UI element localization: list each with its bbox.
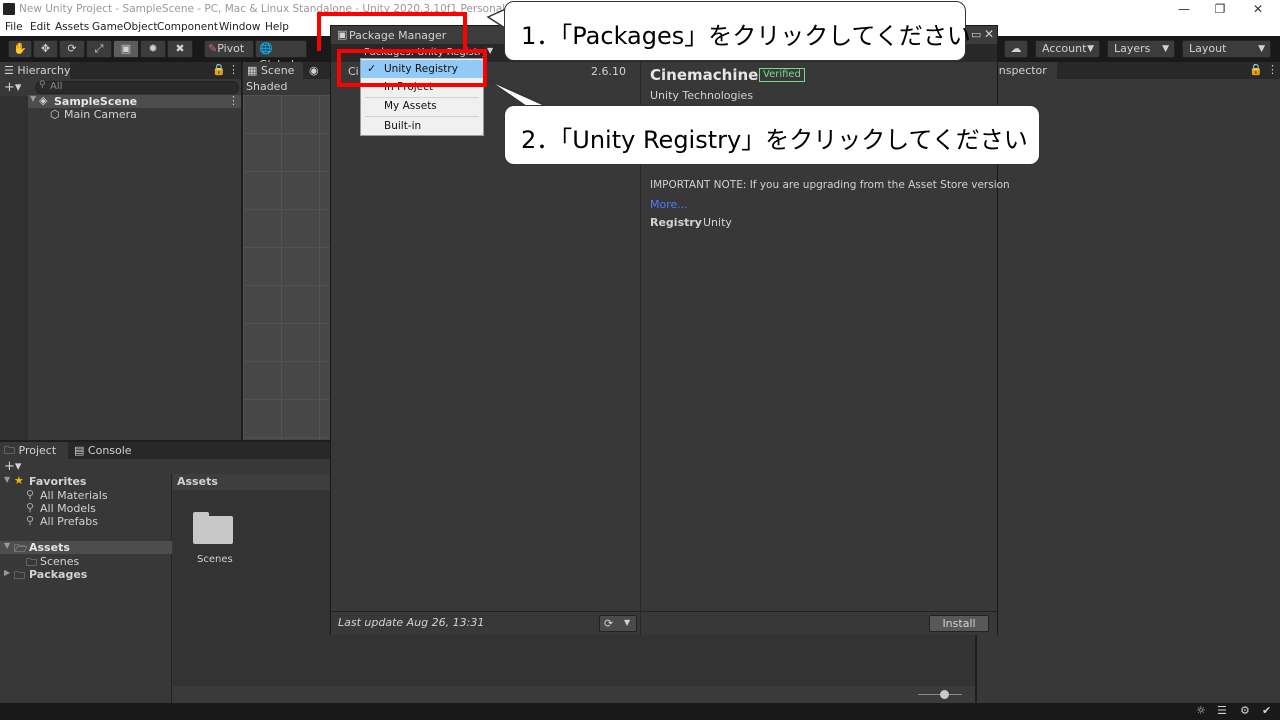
debug-icon[interactable]: ⚙ xyxy=(1240,704,1250,717)
bug-icon[interactable]: ☼ xyxy=(1196,704,1206,717)
check-circle-icon[interactable]: ✔ xyxy=(1262,704,1271,717)
callout-step2: 2．「Unity Registry」をクリックしてください xyxy=(504,105,1040,165)
callout-step1-text: 1．「Packages」をクリックしてください xyxy=(521,22,971,50)
status-bar: ☼ ☰ ⚙ ✔ xyxy=(0,703,1280,720)
callout-step2-text: 2．「Unity Registry」をクリックしてください xyxy=(521,126,1028,154)
callout-step1: 1．「Packages」をクリックしてください xyxy=(504,1,971,61)
layers-icon[interactable]: ☰ xyxy=(1217,704,1227,717)
